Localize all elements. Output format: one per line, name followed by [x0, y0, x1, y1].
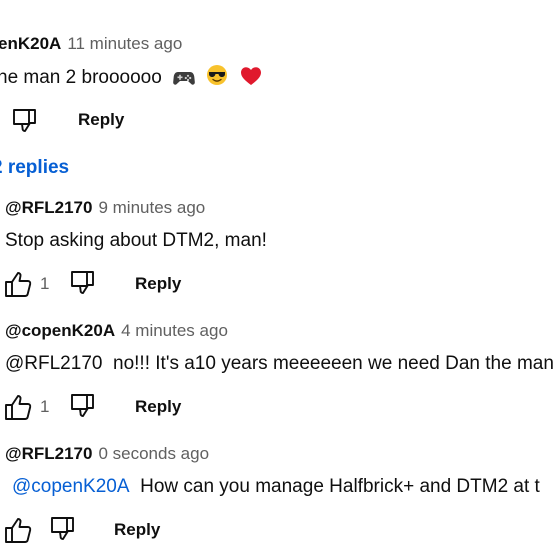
reply-button[interactable]: Reply: [78, 110, 124, 130]
dislike-icon[interactable]: [49, 516, 77, 542]
reply-header: @RFL2170 9 minutes ago: [5, 198, 205, 218]
cool-face-icon: [206, 64, 228, 92]
reply-header: @copenK20A 4 minutes ago: [5, 321, 228, 341]
like-icon[interactable]: [4, 270, 32, 298]
gamepad-icon: [173, 70, 195, 92]
reply-text-body: no!!! It's a10 years meeeeeen we need Da…: [113, 353, 554, 374]
reply-timestamp[interactable]: 9 minutes ago: [98, 198, 205, 217]
reply-button[interactable]: Reply: [135, 274, 181, 294]
comment-timestamp[interactable]: 11 minutes ago: [67, 34, 182, 53]
reply-author[interactable]: @copenK20A: [5, 321, 115, 340]
reply-author[interactable]: @RFL2170: [5, 198, 92, 217]
comment-text-body: he man 2 broooooo: [0, 67, 162, 88]
reply-mention[interactable]: @RFL2170: [5, 353, 102, 374]
reply-text-body: Stop asking about DTM2, man!: [5, 230, 267, 251]
reply-text: Stop asking about DTM2, man!: [5, 230, 267, 252]
reply-header: @RFL2170 0 seconds ago: [5, 444, 209, 464]
reply-timestamp[interactable]: 4 minutes ago: [121, 321, 228, 340]
comment-author[interactable]: enK20A: [0, 34, 61, 53]
reply-text-body: How can you manage Halfbrick+ and DTM2 a…: [140, 476, 540, 497]
like-icon[interactable]: [4, 393, 32, 421]
reply-timestamp[interactable]: 0 seconds ago: [98, 444, 209, 463]
comment-text: he man 2 broooooo: [0, 64, 262, 92]
reply-button[interactable]: Reply: [135, 397, 181, 417]
like-count: 1: [40, 274, 50, 293]
dislike-icon[interactable]: [69, 270, 97, 296]
reply-button[interactable]: Reply: [114, 520, 160, 540]
comment-header: enK20A 11 minutes ago: [0, 34, 182, 54]
like-icon[interactable]: [4, 516, 32, 544]
dislike-icon[interactable]: [69, 393, 97, 419]
reply-text: @copenK20A How can you manage Halfbrick+…: [12, 476, 540, 498]
heart-icon: [240, 66, 262, 92]
reply-text: @RFL2170 no!!! It's a10 years meeeeeen w…: [5, 353, 554, 375]
reply-mention[interactable]: @copenK20A: [12, 476, 130, 497]
like-count: 1: [40, 397, 50, 416]
reply-author[interactable]: @RFL2170: [5, 444, 92, 463]
replies-toggle[interactable]: 2 replies: [0, 157, 69, 179]
dislike-icon[interactable]: [11, 108, 39, 134]
